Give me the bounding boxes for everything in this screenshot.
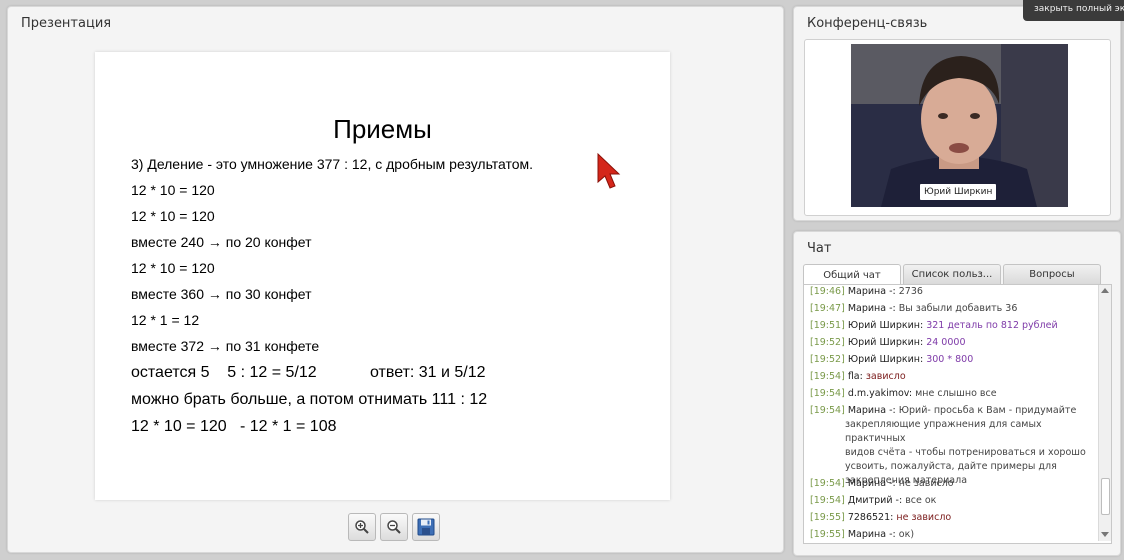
message-text: Юрий- просьба к Вам - придумайте	[898, 405, 1077, 416]
message-text: все ок	[905, 495, 937, 506]
conference-panel: Конференц-связь Юрий Ширкин	[793, 6, 1121, 221]
message-author: Юрий Ширкин:	[847, 320, 924, 331]
message-time: [19:54]	[810, 371, 845, 382]
save-button[interactable]	[412, 513, 440, 541]
message-time: [19:54]	[810, 405, 845, 416]
message-time: [19:47]	[810, 303, 845, 314]
message-author: Марина -:	[847, 478, 896, 489]
tab-general-chat[interactable]: Общий чат	[803, 264, 901, 285]
message-time: [19:51]	[810, 320, 845, 331]
slide-line: 12 * 10 = 120 - 12 * 1 = 108	[131, 418, 337, 435]
message-text: 24 0000	[926, 337, 966, 348]
pointer-cursor-icon	[595, 152, 621, 196]
tab-users-list[interactable]: Список польз...	[903, 264, 1001, 284]
close-fullscreen-button[interactable]: закрыть полный экр	[1023, 0, 1124, 21]
video-frame: Юрий Ширкин	[804, 39, 1111, 216]
message-author: Марина -:	[847, 529, 896, 540]
message-time: [19:46]	[810, 286, 845, 297]
conference-title: Конференц-связь	[807, 16, 928, 31]
slide-content: 3) Деление - это умножение 377 : 12, с д…	[131, 156, 533, 445]
message-author: fla:	[847, 371, 863, 382]
chat-message: [19:52] Юрий Ширкин: 300 * 800	[810, 353, 1092, 367]
message-time: [19:52]	[810, 337, 845, 348]
slide-line: 12 * 10 = 120	[131, 260, 215, 276]
slide-line: можно брать больше, а потом отнимать 111…	[131, 391, 488, 408]
slide-heading: Приемы	[333, 114, 432, 144]
tab-questions[interactable]: Вопросы	[1003, 264, 1101, 284]
message-author: 7286521:	[847, 512, 894, 523]
message-time: [19:54]	[810, 478, 845, 489]
message-author: Юрий Ширкин:	[847, 337, 924, 348]
chat-message: [19:46] Марина -: 2736	[810, 285, 1092, 299]
message-time: [19:55]	[810, 529, 845, 540]
message-time: [19:54]	[810, 495, 845, 506]
chat-message: [19:55] Марина -: ок)	[810, 528, 1092, 542]
chat-message: [19:54] d.m.yakimov: мне слышно все	[810, 387, 1092, 401]
chat-message: [19:55] 7286521: не зависло	[810, 511, 1092, 525]
webcam-video[interactable]: Юрий Ширкин	[851, 44, 1068, 207]
message-text: усвоить, пожалуйста, дайте примеры для	[845, 461, 1057, 472]
message-author: Дмитрий -:	[847, 495, 903, 506]
message-time: [19:54]	[810, 388, 845, 399]
message-author: Марина -:	[847, 286, 896, 297]
message-text: не зависло	[896, 512, 952, 523]
message-text: 2736	[898, 286, 923, 297]
slide-line: вместе 372 → по 31 конфете	[131, 338, 320, 354]
message-text: закрепляющие упражнения для самых практи…	[845, 419, 1042, 444]
scroll-down-icon[interactable]	[1101, 532, 1109, 537]
chat-message: [19:52] Юрий Ширкин: 24 0000	[810, 336, 1092, 350]
message-author: Марина -:	[847, 405, 896, 416]
message-text: зависло	[865, 371, 906, 382]
participant-name-tag: Юрий Ширкин	[920, 184, 997, 200]
presentation-panel: Презентация Приемы 3) Деление - это умно…	[7, 6, 784, 553]
chat-panel: Чат Общий чат Список польз... Вопросы [1…	[793, 231, 1121, 556]
message-text: ок)	[898, 529, 915, 540]
slide-line: 3) Деление - это умножение 377 : 12, с д…	[131, 156, 534, 172]
message-text: Вы забыли добавить 36	[898, 303, 1018, 314]
webcam-person-image	[851, 44, 1068, 207]
slide-toolbar	[348, 513, 440, 541]
slide-line: остается 5 5 : 12 = 5/12 ответ: 31 и 5/1…	[131, 364, 486, 381]
message-text: не зависло	[898, 478, 954, 489]
slide-line: вместе 360 → по 30 конфет	[131, 286, 312, 302]
chat-title: Чат	[807, 241, 832, 256]
scrollbar-thumb[interactable]	[1101, 478, 1110, 515]
zoom-in-button[interactable]	[348, 513, 376, 541]
message-author: d.m.yakimov:	[847, 388, 913, 399]
message-text: мне слышно все	[915, 388, 997, 399]
message-text: 321 деталь по 812 рублей	[926, 320, 1058, 331]
zoom-out-icon	[387, 520, 401, 534]
message-author: Марина -:	[847, 303, 896, 314]
message-author: Юрий Ширкин:	[847, 354, 924, 365]
chat-message: [19:51] Юрий Ширкин: 321 деталь по 812 р…	[810, 319, 1092, 333]
scroll-up-icon[interactable]	[1101, 288, 1109, 293]
chat-message: [19:54] Дмитрий -: все ок	[810, 494, 1092, 508]
save-icon	[417, 518, 435, 536]
chat-message: [19:47] Марина -: Вы забыли добавить 36	[810, 302, 1092, 316]
presentation-slide: Приемы 3) Деление - это умножение 377 : …	[95, 52, 670, 500]
message-text: видов счёта - чтобы потренироваться и хо…	[845, 447, 1086, 458]
chat-message: [19:54] Марина -: не зависло	[810, 477, 1092, 491]
chat-message: [19:54] Марина -: Юрий- просьба к Вам - …	[810, 404, 1092, 488]
slide-line: 12 * 10 = 120	[131, 208, 215, 224]
zoom-in-icon	[355, 520, 369, 534]
chat-messages[interactable]: [19:46] Марина -: 2736 [19:47] Марина -:…	[803, 284, 1112, 544]
message-time: [19:52]	[810, 354, 845, 365]
presentation-title: Презентация	[21, 16, 112, 31]
zoom-out-button[interactable]	[380, 513, 408, 541]
message-time: [19:55]	[810, 512, 845, 523]
chat-tabs: Общий чат Список польз... Вопросы	[803, 264, 1103, 285]
chat-message: [19:54] fla: зависло	[810, 370, 1092, 384]
chat-scrollbar[interactable]	[1098, 285, 1111, 541]
message-text: 300 * 800	[926, 354, 974, 365]
slide-line: вместе 240 → по 20 конфет	[131, 234, 312, 250]
slide-line: 12 * 10 = 120	[131, 182, 215, 198]
slide-line: 12 * 1 = 12	[131, 312, 200, 328]
